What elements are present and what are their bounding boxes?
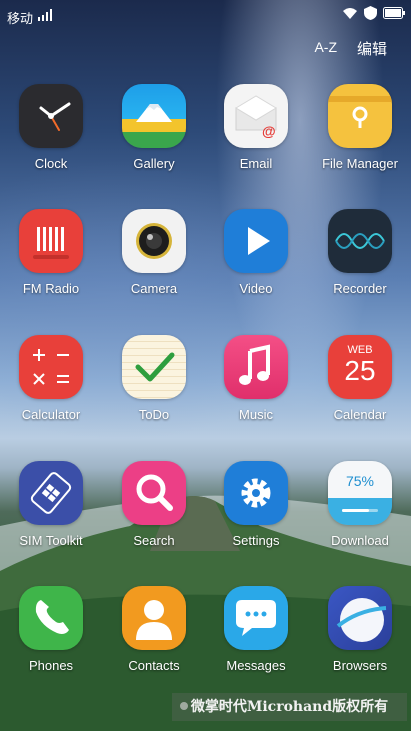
app-video[interactable]: Video bbox=[205, 209, 307, 296]
download-progress-fill bbox=[342, 509, 369, 512]
folder-icon bbox=[328, 84, 392, 148]
camera-icon bbox=[122, 209, 186, 273]
globe-icon bbox=[328, 586, 392, 650]
app-settings[interactable]: Settings bbox=[205, 461, 307, 548]
status-bar: 移动 bbox=[0, 0, 411, 30]
calendar-icon: WEB 25 bbox=[328, 335, 392, 399]
app-label: Browsers bbox=[332, 658, 388, 673]
sort-az-button[interactable]: A-Z bbox=[314, 39, 337, 55]
app-todo[interactable]: ToDo bbox=[103, 335, 205, 422]
app-label: SIM Toolkit bbox=[19, 533, 83, 548]
contact-person-icon bbox=[122, 586, 186, 650]
app-label: Clock bbox=[34, 156, 68, 171]
app-gallery[interactable]: Gallery bbox=[103, 84, 205, 171]
app-label: Messages bbox=[226, 658, 286, 673]
app-label: Camera bbox=[130, 281, 178, 296]
calendar-day: 25 bbox=[344, 355, 376, 386]
app-label: Email bbox=[239, 156, 273, 171]
download-icon: 75% bbox=[328, 461, 392, 525]
search-icon bbox=[122, 461, 186, 525]
app-label: Settings bbox=[232, 533, 280, 548]
gear-icon bbox=[224, 461, 288, 525]
app-download[interactable]: 75% Download bbox=[309, 461, 411, 548]
app-label: Search bbox=[133, 533, 175, 548]
app-recorder[interactable]: Recorder bbox=[309, 209, 411, 296]
app-camera[interactable]: Camera bbox=[103, 209, 205, 296]
app-label: Download bbox=[331, 533, 389, 548]
app-email[interactable]: @ Email bbox=[205, 84, 307, 171]
app-clock[interactable]: Clock bbox=[0, 84, 102, 171]
sim-card-icon bbox=[19, 461, 83, 525]
email-at-icon: @ bbox=[262, 123, 276, 139]
play-icon bbox=[224, 209, 288, 273]
app-music[interactable]: Music bbox=[205, 335, 307, 422]
app-label: Gallery bbox=[133, 156, 175, 171]
app-messages[interactable]: Messages bbox=[205, 586, 307, 673]
watermark: 微掌时代Microhand版权所有 bbox=[172, 693, 407, 721]
app-calendar[interactable]: WEB 25 Calendar bbox=[309, 335, 411, 422]
app-sim-toolkit[interactable]: SIM Toolkit bbox=[0, 461, 102, 548]
download-progress-track bbox=[342, 509, 378, 512]
app-fm-radio[interactable]: FM Radio bbox=[0, 209, 102, 296]
app-label: File Manager bbox=[322, 156, 398, 171]
app-contacts[interactable]: Contacts bbox=[103, 586, 205, 673]
launcher-top-bar: A-Z 编辑 bbox=[211, 36, 411, 58]
app-calculator[interactable]: Calculator bbox=[0, 335, 102, 422]
wifi-icon bbox=[343, 8, 357, 19]
app-browsers[interactable]: Browsers bbox=[309, 586, 411, 673]
app-search[interactable]: Search bbox=[103, 461, 205, 548]
calculator-icon bbox=[19, 335, 83, 399]
app-label: Video bbox=[239, 281, 273, 296]
gallery-icon bbox=[122, 84, 186, 148]
app-label: Calendar bbox=[333, 407, 387, 422]
app-label: Contacts bbox=[128, 658, 180, 673]
checkmark-icon bbox=[122, 335, 186, 399]
signal-icon bbox=[38, 9, 52, 21]
email-icon: @ bbox=[224, 84, 288, 148]
clock-icon bbox=[19, 84, 83, 148]
app-label: Phones bbox=[28, 658, 74, 673]
download-percent: 75% bbox=[345, 473, 375, 489]
carrier-label: 移动 bbox=[7, 11, 34, 26]
radio-icon bbox=[19, 209, 83, 273]
app-label: ToDo bbox=[138, 407, 170, 422]
app-label: FM Radio bbox=[22, 281, 80, 296]
app-file-manager[interactable]: File Manager bbox=[309, 84, 411, 171]
music-note-icon bbox=[224, 335, 288, 399]
shield-icon bbox=[364, 6, 377, 20]
edit-button[interactable]: 编辑 bbox=[357, 38, 387, 59]
phone-icon bbox=[19, 586, 83, 650]
app-label: Calculator bbox=[21, 407, 81, 422]
app-phones[interactable]: Phones bbox=[0, 586, 102, 673]
app-label: Recorder bbox=[333, 281, 387, 296]
chat-bubble-icon bbox=[224, 586, 288, 650]
waveform-icon bbox=[328, 209, 392, 273]
battery-icon bbox=[383, 7, 405, 19]
app-label: Music bbox=[239, 407, 273, 422]
